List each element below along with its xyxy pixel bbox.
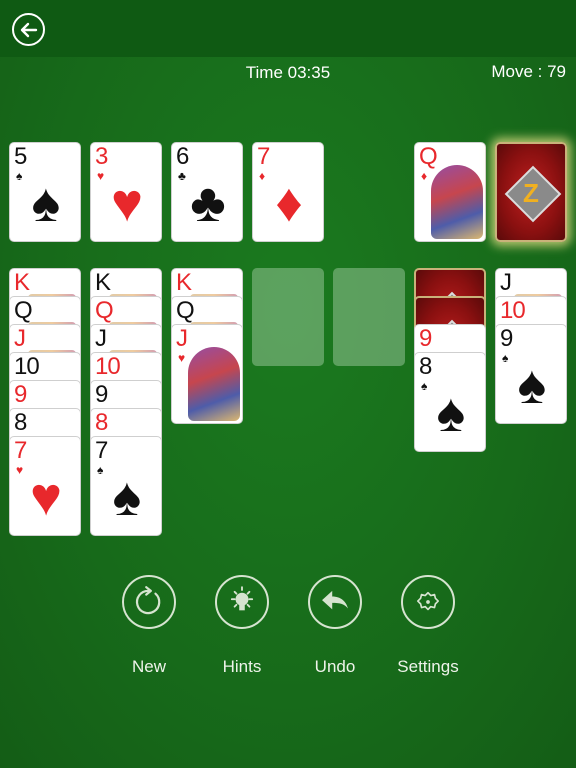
playing-card[interactable]: 9 ♠ ♠ xyxy=(495,324,567,424)
suit-large-icon: ♥ xyxy=(29,467,63,527)
card-rank: 7 xyxy=(14,437,27,464)
hints-button[interactable] xyxy=(215,575,269,629)
face-card-art xyxy=(188,347,240,421)
gear-icon xyxy=(416,591,440,611)
card-rank: J xyxy=(176,325,188,352)
playing-card[interactable]: 7 ♥ ♥ xyxy=(9,436,81,536)
restart-icon xyxy=(135,586,161,615)
suit-small-icon: ♦ xyxy=(421,169,428,183)
card-rank: 10 xyxy=(95,353,121,380)
card-rank: 9 xyxy=(419,325,432,352)
card-rank: 7 xyxy=(257,143,270,170)
card-rank: J xyxy=(500,269,512,296)
arrow-left-icon xyxy=(20,22,38,38)
card-rank: J xyxy=(14,325,26,352)
empty-tableau-slot[interactable] xyxy=(333,268,405,366)
new-button[interactable] xyxy=(122,575,176,629)
card-rank: 3 xyxy=(95,143,108,170)
card-rank: 10 xyxy=(500,297,526,324)
foundation-pile-4[interactable]: 7 ♦ ♦ xyxy=(252,142,324,242)
card-rank: 8 xyxy=(95,409,108,436)
suit-large-icon: ♠ xyxy=(31,173,61,233)
lightbulb-icon xyxy=(230,586,254,611)
playing-card[interactable]: J ♥ xyxy=(171,324,243,424)
card-rank: 9 xyxy=(14,381,27,408)
card-rank: 5 xyxy=(14,143,27,170)
card-rank: Q xyxy=(176,297,195,324)
card-rank: 8 xyxy=(14,409,27,436)
face-card-art xyxy=(431,165,483,239)
card-back-logo: Z xyxy=(523,178,539,208)
timer: Time 03:35 xyxy=(245,63,331,82)
card-rank: 9 xyxy=(500,325,513,352)
card-rank: K xyxy=(95,269,111,296)
card-rank: 6 xyxy=(176,143,189,170)
suit-large-icon: ♥ xyxy=(110,173,144,233)
suit-large-icon: ♣ xyxy=(190,173,226,233)
hints-label[interactable]: Hints xyxy=(192,657,292,677)
foundation-pile-3[interactable]: 6 ♣ ♣ xyxy=(171,142,243,242)
undo-icon xyxy=(322,590,348,610)
card-rank: Q xyxy=(419,143,438,170)
top-bar xyxy=(0,0,576,57)
card-rank: 8 xyxy=(419,353,432,380)
playing-card[interactable]: 8 ♠ ♠ xyxy=(414,352,486,452)
card-rank: Q xyxy=(14,297,33,324)
back-button[interactable] xyxy=(12,13,45,46)
foundation-pile-2[interactable]: 3 ♥ ♥ xyxy=(90,142,162,242)
waste-card[interactable]: Q ♦ xyxy=(414,142,486,242)
card-rank: 7 xyxy=(95,437,108,464)
stock-pile[interactable]: Z xyxy=(495,142,567,242)
card-rank: K xyxy=(176,269,192,296)
suit-large-icon: ♠ xyxy=(517,355,547,415)
undo-label[interactable]: Undo xyxy=(285,657,385,677)
card-rank: 10 xyxy=(14,353,40,380)
empty-tableau-slot[interactable] xyxy=(252,268,324,366)
settings-button[interactable] xyxy=(401,575,455,629)
foundation-pile-1[interactable]: 5 ♠ ♠ xyxy=(9,142,81,242)
card-rank: K xyxy=(14,269,30,296)
card-rank: Q xyxy=(95,297,114,324)
settings-label[interactable]: Settings xyxy=(378,657,478,677)
suit-large-icon: ♠ xyxy=(112,467,142,527)
move-counter: Move : 79 xyxy=(491,62,566,81)
undo-button[interactable] xyxy=(308,575,362,629)
card-rank: 9 xyxy=(95,381,108,408)
suit-large-icon: ♠ xyxy=(436,383,466,443)
new-label[interactable]: New xyxy=(99,657,199,677)
card-rank: J xyxy=(95,325,107,352)
playing-card[interactable]: 7 ♠ ♠ xyxy=(90,436,162,536)
suit-large-icon: ♦ xyxy=(275,173,303,233)
suit-small-icon: ♥ xyxy=(178,351,186,365)
